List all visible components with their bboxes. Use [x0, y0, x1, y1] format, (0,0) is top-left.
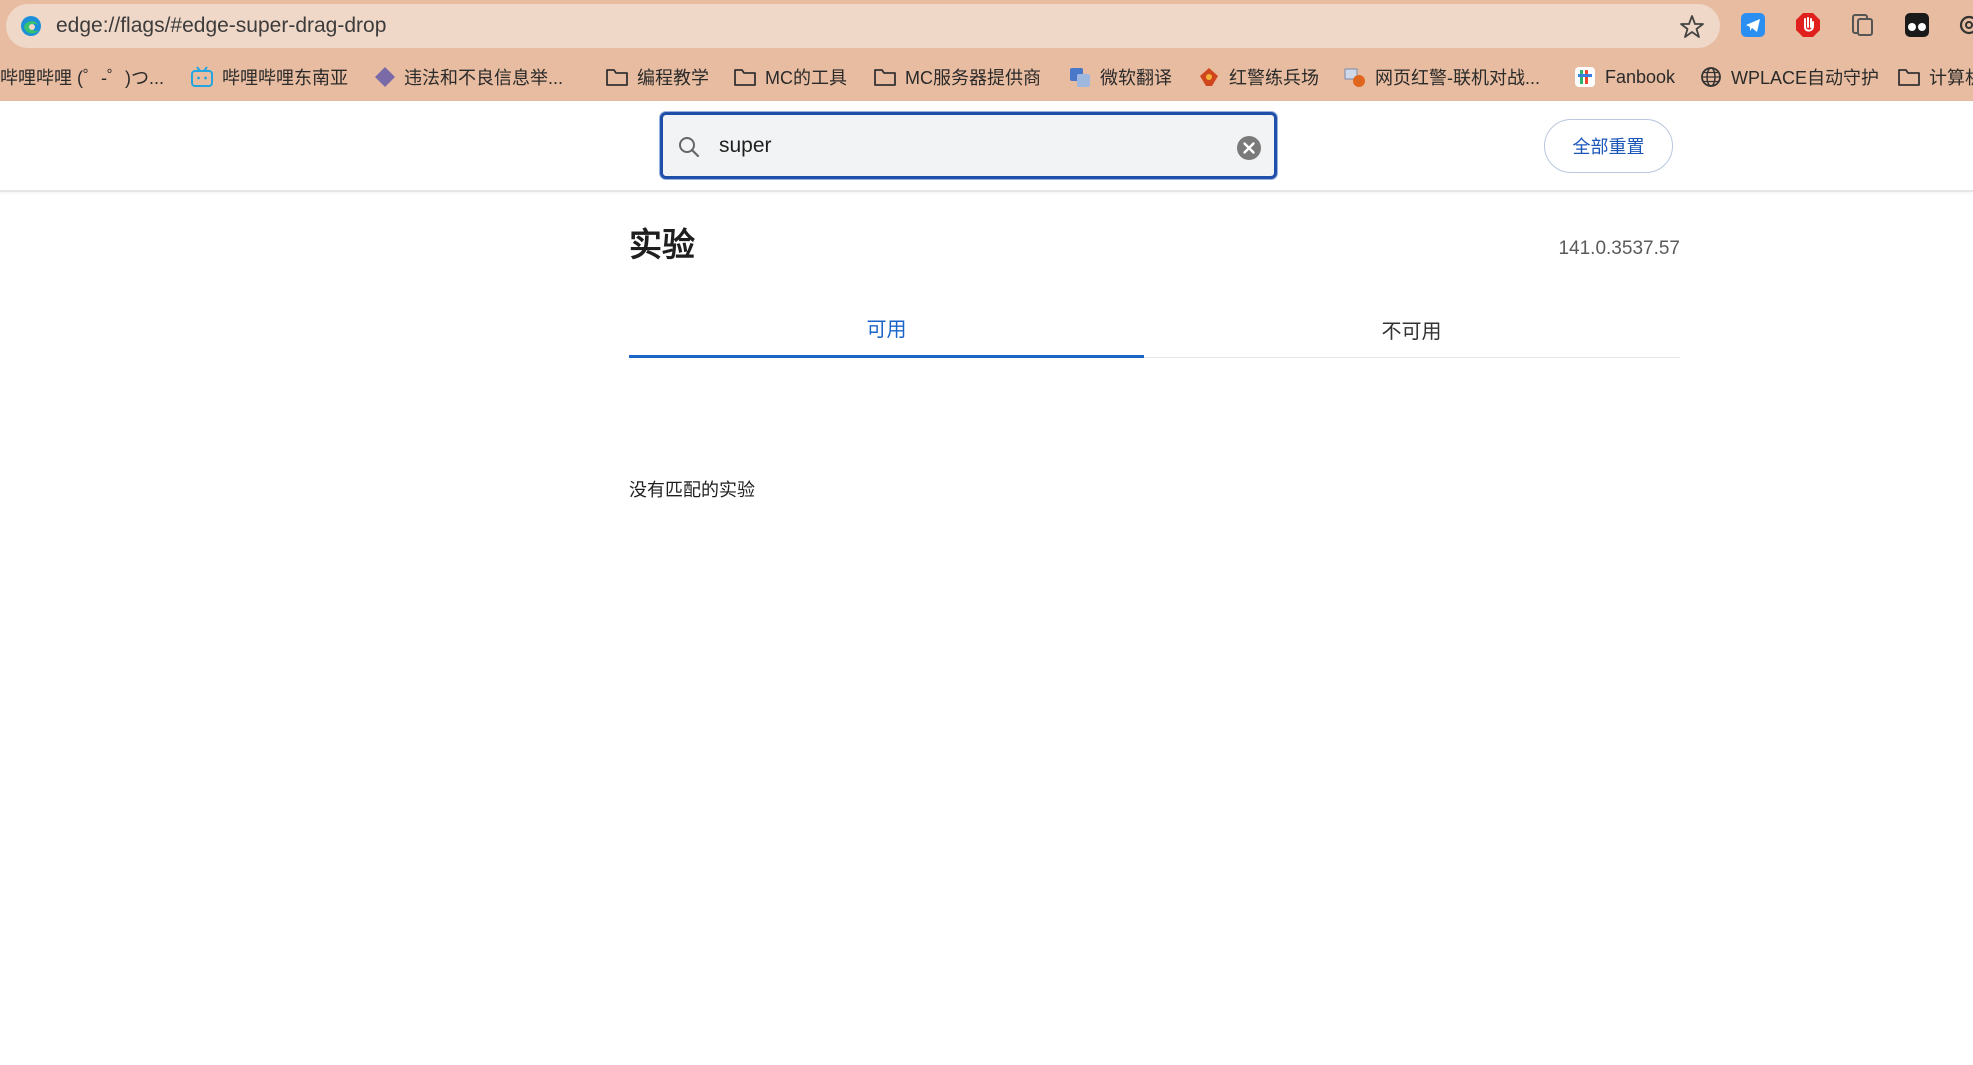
bookmark-label: 计算机 — [1929, 68, 1973, 88]
reset-all-button[interactable]: 全部重置 — [1544, 119, 1673, 173]
bookmark-label: 微软翻译 — [1100, 68, 1172, 88]
diamond-icon — [375, 67, 395, 87]
flags-header: 全部重置 — [0, 101, 1973, 192]
bookmark-label: 违法和不良信息举... — [404, 68, 564, 88]
address-bar[interactable]: edge://flags/#edge-super-drag-drop — [6, 4, 1720, 48]
bookmark-item[interactable]: 违法和不良信息举... — [374, 64, 563, 90]
bookmark-item[interactable]: MC的工具 — [733, 64, 847, 90]
search-box[interactable] — [660, 112, 1277, 179]
tab-unavailable[interactable]: 不可用 — [1154, 300, 1669, 358]
settings-gear-icon[interactable] — [1956, 12, 1973, 38]
bookmark-label: 网页红警-联机对战... — [1375, 68, 1540, 88]
bookmark-item[interactable]: 计算机 — [1897, 64, 1973, 90]
telegram-extension-icon[interactable] — [1740, 12, 1766, 38]
bookmark-label: Fanbook — [1605, 66, 1676, 87]
clear-search-icon[interactable] — [1236, 135, 1262, 161]
collections-icon[interactable] — [1850, 12, 1876, 38]
bookmark-label: WPLACE自动守护 — [1731, 68, 1880, 88]
bookmark-item[interactable]: 哔哩哔哩东南亚 — [190, 64, 348, 90]
search-icon — [679, 137, 700, 158]
bookmark-label: MC服务器提供商 — [905, 68, 1041, 88]
search-input[interactable] — [719, 129, 1199, 163]
folder-icon — [606, 69, 628, 86]
bookmarks-bar: 哔哩哔哩 (゜-゜)つ... 哔哩哔哩东南亚 违法和不良信息举... 编程教学 — [0, 56, 1973, 96]
translate-icon — [1070, 68, 1090, 87]
tab-bar: 可用 不可用 — [629, 300, 1680, 358]
page-title: 实验 — [629, 225, 695, 264]
bookmark-item[interactable]: 微软翻译 — [1068, 64, 1172, 90]
bookmark-label: 红警练兵场 — [1229, 68, 1319, 88]
tab-label: 不可用 — [1381, 318, 1442, 343]
bookmark-item[interactable]: 红警练兵场 — [1197, 64, 1319, 90]
version-label: 141.0.3537.57 — [1558, 238, 1680, 259]
globe-icon — [1701, 67, 1721, 87]
bookmark-item[interactable]: MC服务器提供商 — [873, 64, 1041, 90]
no-match-message: 没有匹配的实验 — [629, 480, 755, 501]
bookmark-item[interactable]: 哔哩哔哩 (゜-゜)つ... — [0, 64, 164, 90]
bookmark-item[interactable]: 网页红警-联机对战... — [1343, 64, 1540, 90]
folder-icon — [874, 69, 896, 86]
bookmark-item[interactable]: WPLACE自动守护 — [1699, 64, 1879, 90]
url-text[interactable]: edge://flags/#edge-super-drag-drop — [56, 14, 386, 38]
tab-label: 可用 — [866, 317, 907, 341]
bookmark-label: 哔哩哔哩东南亚 — [222, 68, 348, 88]
folder-icon — [734, 69, 756, 86]
bookmark-item[interactable]: 编程教学 — [605, 64, 709, 90]
favorite-star-icon[interactable] — [1678, 13, 1706, 41]
fanbook-icon — [1575, 67, 1595, 87]
bookmark-label: MC的工具 — [765, 68, 847, 88]
adblock-extension-icon[interactable] — [1795, 12, 1821, 38]
tab-available[interactable]: 可用 — [629, 300, 1144, 358]
bookmark-item[interactable]: Fanbook — [1573, 64, 1675, 90]
game-icon — [1200, 68, 1218, 86]
bilibili-tv-icon — [191, 66, 213, 87]
bookmark-label: 哔哩哔哩 (゜-゜)つ... — [0, 68, 164, 88]
folder-icon — [1898, 69, 1920, 86]
game-icon — [1344, 68, 1365, 87]
tampermonkey-extension-icon[interactable] — [1904, 12, 1930, 38]
edge-logo-icon — [21, 16, 41, 36]
bookmark-label: 编程教学 — [637, 68, 709, 88]
browser-toolbar: edge://flags/#edge-super-drag-drop 哔哩哔哩 … — [0, 0, 1973, 101]
